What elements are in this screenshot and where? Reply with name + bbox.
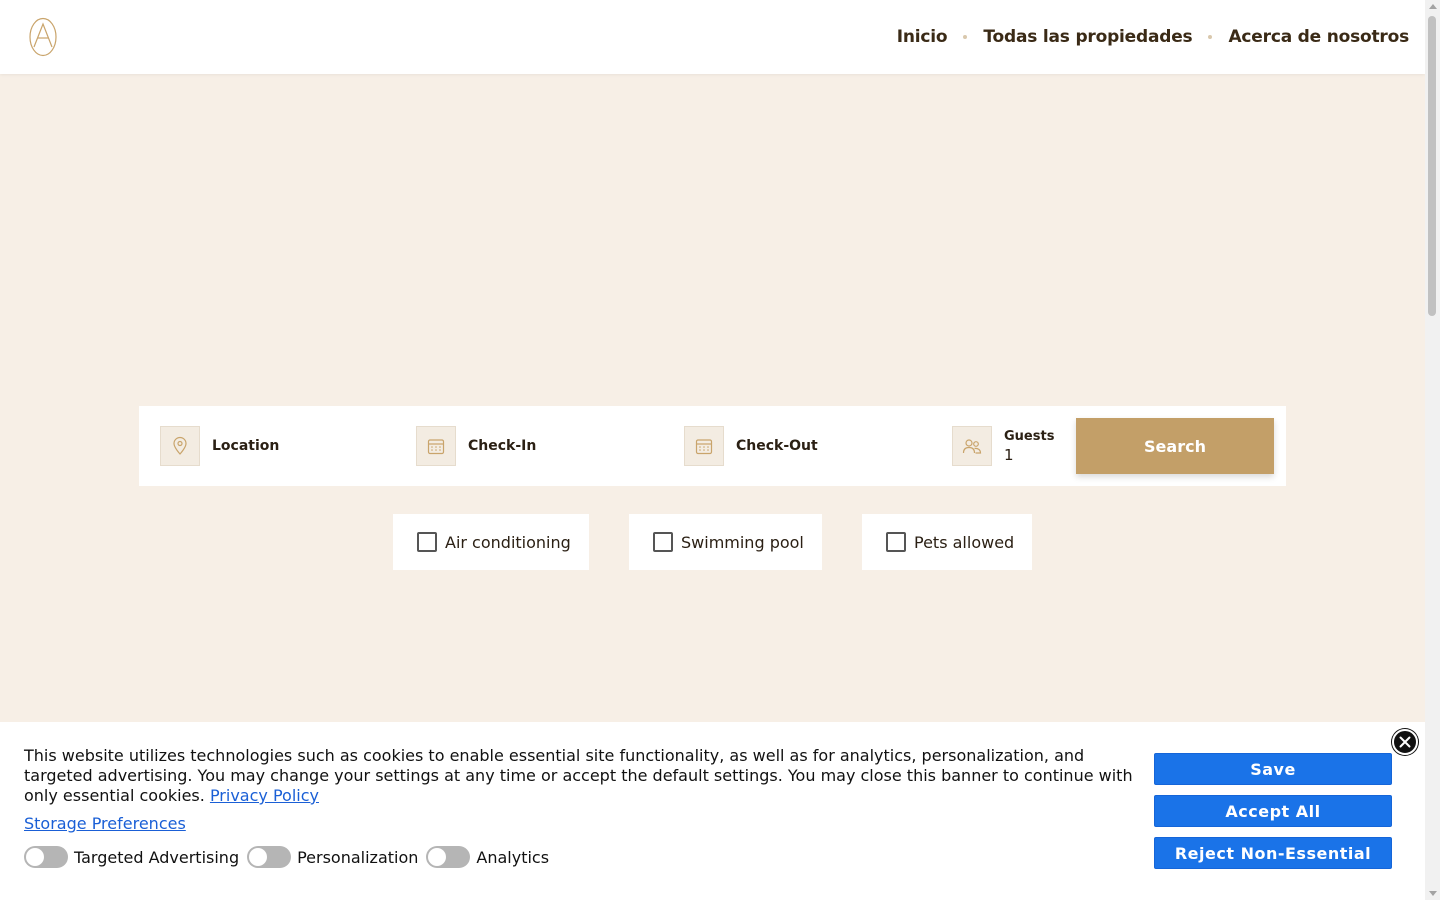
guests-label: Guests [1004,428,1055,444]
nav-link-about[interactable]: Acerca de nosotros [1228,27,1409,47]
storage-preferences-link[interactable]: Storage Preferences [24,814,186,833]
cookie-message: This website utilizes technologies such … [24,746,1139,806]
scroll-down-arrow-icon[interactable] [1429,891,1437,896]
cookie-banner: This website utilizes technologies such … [0,722,1425,900]
toggle-label: Personalization [297,847,419,867]
location-label: Location [212,438,280,454]
filter-air-conditioning[interactable]: Air conditioning [393,514,589,570]
scroll-thumb[interactable] [1428,16,1436,316]
nav-link-home[interactable]: Inicio [897,27,948,47]
nav-link-all-properties[interactable]: Todas las propiedades [983,27,1192,47]
site-header: Inicio Todas las propiedades Acerca de n… [0,0,1425,74]
cookie-message-text: This website utilizes technologies such … [24,746,1133,805]
calendar-icon [416,426,456,466]
guests-text: Guests 1 [1004,429,1054,464]
filter-label: Air conditioning [445,532,571,552]
filter-label: Pets allowed [914,532,1015,552]
consent-toggles: Targeted Advertising Personalization Ana… [24,846,557,868]
location-field[interactable]: Location [160,426,279,466]
guests-field[interactable]: Guests 1 [952,426,1054,466]
location-pin-icon [160,426,200,466]
privacy-policy-link[interactable]: Privacy Policy [210,786,319,805]
reject-non-essential-button[interactable]: Reject Non-Essential [1154,837,1392,869]
checkout-label: Check-Out [736,438,818,454]
guests-value[interactable]: 1 [1004,446,1054,464]
air-conditioning-checkbox[interactable] [417,532,437,552]
nav-separator [963,35,968,39]
toggle-personalization[interactable]: Personalization [247,846,418,868]
filter-pets-allowed[interactable]: Pets allowed [862,514,1032,570]
save-button[interactable]: Save [1154,753,1392,785]
checkout-field[interactable]: Check-Out [684,426,818,466]
toggle-analytics[interactable]: Analytics [426,846,549,868]
close-icon[interactable] [1392,729,1418,755]
scroll-up-arrow-icon[interactable] [1429,4,1437,9]
search-button[interactable]: Search [1076,418,1274,474]
page-scrollbar[interactable] [1425,0,1440,900]
toggle-targeted-advertising[interactable]: Targeted Advertising [24,846,239,868]
swimming-pool-checkbox[interactable] [653,532,673,552]
guests-icon [952,426,992,466]
toggle-label: Targeted Advertising [74,847,240,867]
toggle-switch[interactable] [247,846,292,868]
toggle-switch[interactable] [426,846,471,868]
pets-allowed-checkbox[interactable] [886,532,906,552]
filter-label: Swimming pool [681,532,804,552]
accept-all-button[interactable]: Accept All [1154,795,1392,827]
toggle-label: Analytics [476,847,550,867]
checkin-label: Check-In [468,438,537,454]
logo-icon[interactable] [28,17,58,57]
main-nav: Inicio Todas las propiedades Acerca de n… [897,0,1409,74]
nav-separator [1208,35,1213,39]
filter-swimming-pool[interactable]: Swimming pool [629,514,822,570]
search-bar: Location Check-In Check-Out Guests 1 Sea… [139,406,1286,486]
calendar-icon [684,426,724,466]
checkin-field[interactable]: Check-In [416,426,536,466]
toggle-switch[interactable] [24,846,68,868]
